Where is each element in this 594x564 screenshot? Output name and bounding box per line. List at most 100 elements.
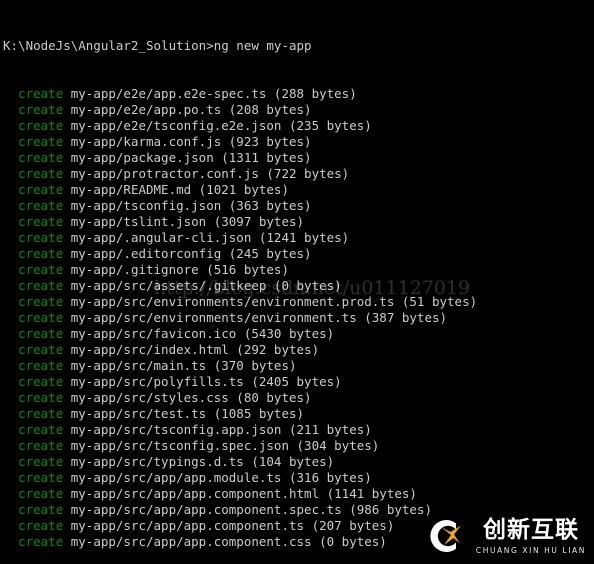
created-file-path: my-app/src/assets/.gitkeep (0 bytes): [63, 278, 342, 293]
brand-logo: 创新互联 CHUANG XIN HU LIAN: [424, 514, 586, 558]
created-file-line: create my-app/.angular-cli.json (1241 by…: [3, 230, 594, 246]
create-keyword: create: [18, 246, 64, 261]
created-file-path: my-app/.angular-cli.json (1241 bytes): [63, 230, 350, 245]
created-file-path: my-app/README.md (1021 bytes): [63, 182, 289, 197]
create-keyword: create: [18, 326, 64, 341]
created-file-path: my-app/src/environments/environment.prod…: [63, 294, 478, 309]
brand-name-block: 创新互联 CHUANG XIN HU LIAN: [475, 517, 586, 555]
create-keyword: create: [18, 310, 64, 325]
created-file-line: create my-app/e2e/app.po.ts (208 bytes): [3, 102, 594, 118]
create-keyword: create: [18, 134, 64, 149]
created-file-line: create my-app/README.md (1021 bytes): [3, 182, 594, 198]
created-file-line: create my-app/src/assets/.gitkeep (0 byt…: [3, 278, 594, 294]
create-keyword: create: [18, 214, 64, 229]
created-file-line: create my-app/src/test.ts (1085 bytes): [3, 406, 594, 422]
created-file-line: create my-app/src/styles.css (80 bytes): [3, 390, 594, 406]
created-file-line: create my-app/e2e/app.e2e-spec.ts (288 b…: [3, 86, 594, 102]
create-keyword: create: [18, 390, 64, 405]
created-file-line: create my-app/.editorconfig (245 bytes): [3, 246, 594, 262]
create-keyword: create: [18, 502, 64, 517]
create-keyword: create: [18, 150, 64, 165]
create-keyword: create: [18, 118, 64, 133]
created-file-path: my-app/tsconfig.json (363 bytes): [63, 198, 312, 213]
created-file-line: create my-app/protractor.conf.js (722 by…: [3, 166, 594, 182]
created-file-path: my-app/src/typings.d.ts (104 bytes): [63, 454, 335, 469]
created-file-line: create my-app/src/environments/environme…: [3, 294, 594, 310]
created-file-path: my-app/e2e/app.e2e-spec.ts (288 bytes): [63, 86, 357, 101]
created-file-path: my-app/src/app/app.component.spec.ts (98…: [63, 502, 432, 517]
created-files-list: create my-app/e2e/app.e2e-spec.ts (288 b…: [3, 86, 594, 550]
created-file-line: create my-app/src/polyfills.ts (2405 byt…: [3, 374, 594, 390]
brand-name-en: CHUANG XIN HU LIAN: [475, 545, 586, 555]
created-file-line: create my-app/src/main.ts (370 bytes): [3, 358, 594, 374]
created-file-line: create my-app/src/tsconfig.app.json (211…: [3, 422, 594, 438]
console-output: K:\NodeJs\Angular2_Solution>ng new my-ap…: [3, 6, 594, 564]
created-file-line: create my-app/src/index.html (292 bytes): [3, 342, 594, 358]
created-file-path: my-app/src/app/app.component.html (1141 …: [63, 486, 417, 501]
created-file-path: my-app/e2e/app.po.ts (208 bytes): [63, 102, 312, 117]
created-file-path: my-app/src/tsconfig.app.json (211 bytes): [63, 422, 372, 437]
created-file-line: create my-app/src/app/app.module.ts (316…: [3, 470, 594, 486]
created-file-line: create my-app/package.json (1311 bytes): [3, 150, 594, 166]
created-file-path: my-app/src/environments/environment.ts (…: [63, 310, 448, 325]
create-keyword: create: [18, 102, 64, 117]
create-keyword: create: [18, 278, 64, 293]
create-keyword: create: [18, 182, 64, 197]
create-keyword: create: [18, 518, 64, 533]
created-file-line: create my-app/src/tsconfig.spec.json (30…: [3, 438, 594, 454]
create-keyword: create: [18, 230, 64, 245]
created-file-path: my-app/karma.conf.js (923 bytes): [63, 134, 312, 149]
terminal-window[interactable]: K:\NodeJs\Angular2_Solution>ng new my-ap…: [0, 0, 594, 564]
created-file-path: my-app/src/tsconfig.spec.json (304 bytes…: [63, 438, 380, 453]
created-file-path: my-app/.editorconfig (245 bytes): [63, 246, 312, 261]
created-file-path: my-app/e2e/tsconfig.e2e.json (235 bytes): [63, 118, 372, 133]
create-keyword: create: [18, 470, 64, 485]
created-file-path: my-app/src/app/app.component.ts (207 byt…: [63, 518, 395, 533]
create-keyword: create: [18, 294, 64, 309]
created-file-line: create my-app/src/environments/environme…: [3, 310, 594, 326]
create-keyword: create: [18, 198, 64, 213]
create-keyword: create: [18, 262, 64, 277]
create-keyword: create: [18, 438, 64, 453]
created-file-path: my-app/tslint.json (3097 bytes): [63, 214, 305, 229]
created-file-path: my-app/.gitignore (516 bytes): [63, 262, 289, 277]
create-keyword: create: [18, 454, 64, 469]
create-keyword: create: [18, 406, 64, 421]
created-file-path: my-app/package.json (1311 bytes): [63, 150, 312, 165]
created-file-line: create my-app/src/typings.d.ts (104 byte…: [3, 454, 594, 470]
created-file-line: create my-app/src/favicon.ico (5430 byte…: [3, 326, 594, 342]
created-file-path: my-app/src/index.html (292 bytes): [63, 342, 320, 357]
create-keyword: create: [18, 86, 64, 101]
created-file-path: my-app/src/styles.css (80 bytes): [63, 390, 312, 405]
create-keyword: create: [18, 166, 64, 181]
c-x-monogram-icon: [424, 514, 468, 558]
created-file-line: create my-app/e2e/tsconfig.e2e.json (235…: [3, 118, 594, 134]
